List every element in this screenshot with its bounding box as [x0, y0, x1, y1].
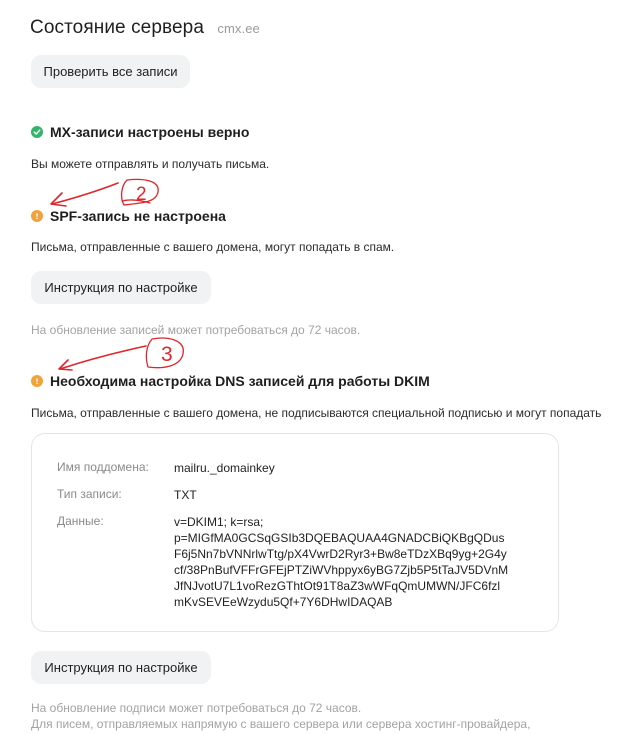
annotation-number-2: 2: [136, 184, 147, 205]
annotation-overlay: 2 3: [50, 178, 184, 371]
annotation-number-3: 3: [161, 343, 173, 366]
